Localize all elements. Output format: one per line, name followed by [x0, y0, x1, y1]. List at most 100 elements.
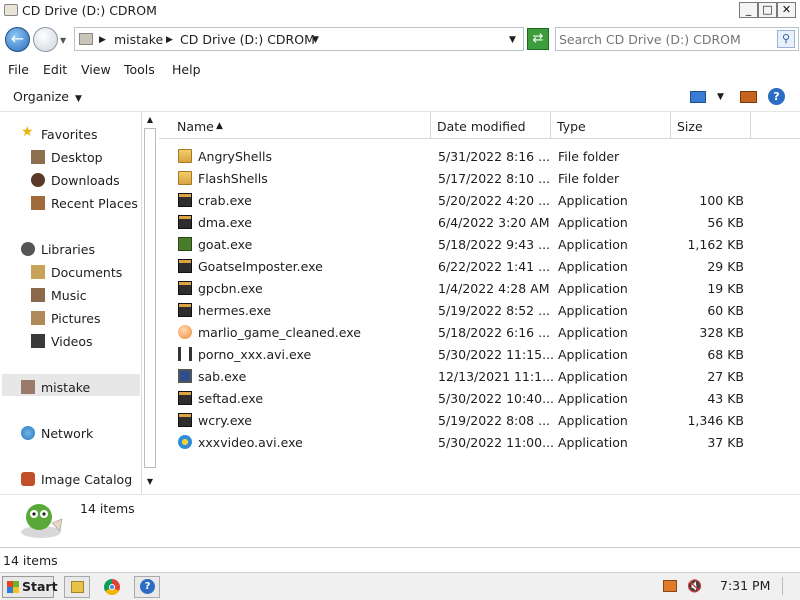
nav-documents[interactable]: Documents: [0, 262, 140, 282]
close-button[interactable]: ✕: [777, 2, 796, 18]
file-name: FlashShells: [198, 171, 268, 186]
file-row[interactable]: porno_xxx.avi.exe 5/30/2022 11:15... Appli…: [159, 343, 800, 365]
scroll-down-icon[interactable]: ▼: [144, 476, 156, 488]
tray-app-icon[interactable]: [663, 580, 677, 592]
chevron-right-icon[interactable]: ▶: [166, 35, 173, 45]
file-row[interactable]: AngryShells 5/31/2022 8:16 ... File folder: [159, 145, 800, 167]
nav-image-catalog[interactable]: Image Catalog: [0, 469, 140, 489]
file-size: 43 KB: [707, 391, 744, 406]
file-name: xxxvideo.avi.exe: [198, 435, 303, 450]
minimize-button[interactable]: _: [739, 2, 758, 18]
nav-libraries-label: Libraries: [41, 242, 95, 257]
column-name[interactable]: Name ▲: [159, 112, 431, 139]
view-options-icon[interactable]: [690, 91, 706, 103]
nav-scrollbar[interactable]: ▲ ▼: [141, 112, 158, 494]
music-icon: [31, 288, 45, 302]
nav-desktop[interactable]: Desktop: [0, 147, 140, 167]
back-button[interactable]: ←: [5, 27, 30, 52]
file-size: 1,162 KB: [687, 237, 744, 252]
menu-tools[interactable]: Tools: [124, 62, 155, 77]
file-row[interactable]: goat.exe 5/18/2022 9:43 ... Application 1,1…: [159, 233, 800, 255]
file-size: 328 KB: [699, 325, 744, 340]
show-desktop-button[interactable]: [782, 577, 796, 595]
nav-favorites[interactable]: ★ Favorites: [0, 124, 140, 144]
menu-help[interactable]: Help: [172, 62, 201, 77]
search-icon[interactable]: ⚲: [777, 30, 795, 48]
scroll-up-icon[interactable]: ▲: [144, 114, 156, 126]
file-date-modified: 5/20/2022 4:20 ...: [438, 193, 551, 208]
chevron-down-icon[interactable]: ▼: [312, 35, 319, 45]
nav-downloads[interactable]: Downloads: [0, 170, 140, 190]
column-date-modified[interactable]: Date modified: [431, 112, 551, 139]
chrome-icon[interactable]: [104, 579, 120, 595]
taskbar-explorer-button[interactable]: [64, 576, 90, 598]
nav-network[interactable]: Network: [0, 423, 140, 443]
documents-icon: [31, 265, 45, 279]
nav-videos-label: Videos: [51, 334, 93, 349]
organize-button[interactable]: Organize ▼: [13, 89, 82, 104]
file-row[interactable]: xxxvideo.avi.exe 5/30/2022 11:00... Applic…: [159, 431, 800, 453]
preview-pane-icon[interactable]: [740, 91, 757, 103]
nav-videos[interactable]: Videos: [0, 331, 140, 351]
scrollbar-thumb[interactable]: [144, 128, 156, 468]
nav-image-catalog-label: Image Catalog: [41, 472, 133, 487]
column-size[interactable]: Size: [671, 112, 751, 139]
file-type: Application: [558, 413, 628, 428]
file-row[interactable]: seftad.exe 5/30/2022 10:40... Application 4…: [159, 387, 800, 409]
nav-downloads-label: Downloads: [51, 173, 120, 188]
help-icon[interactable]: ?: [768, 88, 785, 105]
breadcrumb-mistake[interactable]: mistake: [114, 32, 163, 47]
start-button[interactable]: Start: [2, 576, 58, 598]
menu-view[interactable]: View: [81, 62, 111, 77]
nav-libraries[interactable]: Libraries: [0, 239, 140, 259]
nav-music[interactable]: Music: [0, 285, 140, 305]
media-player-icon: [178, 435, 192, 449]
menu-edit[interactable]: Edit: [43, 62, 67, 77]
file-row[interactable]: FlashShells 5/17/2022 8:10 ... File folder: [159, 167, 800, 189]
file-type: Application: [558, 347, 628, 362]
file-row[interactable]: sab.exe 12/13/2021 11:1... Application 27 K…: [159, 365, 800, 387]
file-row[interactable]: marlio_game_cleaned.exe 5/18/2022 6:16 ..…: [159, 321, 800, 343]
file-date-modified: 5/18/2022 6:16 ...: [438, 325, 551, 340]
view-options-dropdown[interactable]: ▼: [717, 92, 724, 102]
file-name: goat.exe: [198, 237, 253, 252]
orange-egg-icon: [178, 325, 192, 339]
search-box[interactable]: ⚲: [555, 27, 799, 51]
nav-pictures[interactable]: Pictures: [0, 308, 140, 328]
maximize-button[interactable]: □: [758, 2, 777, 18]
column-size-label: Size: [677, 119, 703, 134]
file-row[interactable]: hermes.exe 5/19/2022 8:52 ... Application 6…: [159, 299, 800, 321]
address-bar[interactable]: ▶ mistake ▶ CD Drive (D:) CDROM ▼ ▼: [74, 27, 524, 51]
application-icon: [178, 215, 192, 229]
nav-desktop-label: Desktop: [51, 150, 103, 165]
start-label: Start: [22, 579, 58, 594]
recent-places-icon: [31, 196, 45, 210]
forward-button[interactable]: [33, 27, 58, 52]
refresh-button[interactable]: ⇄: [527, 28, 549, 50]
search-input[interactable]: [559, 30, 769, 48]
breadcrumb-cd-drive[interactable]: CD Drive (D:) CDROM: [180, 32, 315, 47]
application-icon: [178, 193, 192, 207]
file-row[interactable]: dma.exe 6/4/2022 3:20 AM Application 56 KB: [159, 211, 800, 233]
file-name: hermes.exe: [198, 303, 272, 318]
user-folder-icon: [21, 380, 35, 394]
file-row[interactable]: crab.exe 5/20/2022 4:20 ... Application 100…: [159, 189, 800, 211]
navigation-pane: ★ Favorites Desktop Downloads Recent Pla…: [0, 112, 158, 494]
recent-pages-dropdown[interactable]: ▼: [60, 36, 66, 45]
chevron-right-icon[interactable]: ▶: [99, 35, 106, 45]
menu-file[interactable]: File: [8, 62, 29, 77]
volume-muted-icon[interactable]: 🔇: [687, 579, 702, 593]
column-type[interactable]: Type: [551, 112, 671, 139]
videos-icon: [31, 334, 45, 348]
star-icon: ★: [21, 124, 34, 140]
clock[interactable]: 7:31 PM: [720, 578, 770, 593]
file-name: seftad.exe: [198, 391, 264, 406]
file-row[interactable]: GoatseImposter.exe 6/22/2022 1:41 ... Appl…: [159, 255, 800, 277]
address-history-dropdown[interactable]: ▼: [509, 35, 516, 45]
nav-recent-places[interactable]: Recent Places: [0, 193, 140, 213]
taskbar-help-button[interactable]: ?: [134, 576, 160, 598]
nav-user-mistake[interactable]: mistake: [0, 377, 140, 397]
file-row[interactable]: gpcbn.exe 1/4/2022 4:28 AM Application 19 K…: [159, 277, 800, 299]
file-name: gpcbn.exe: [198, 281, 263, 296]
file-row[interactable]: wcry.exe 5/19/2022 8:08 ... Application 1,3…: [159, 409, 800, 431]
